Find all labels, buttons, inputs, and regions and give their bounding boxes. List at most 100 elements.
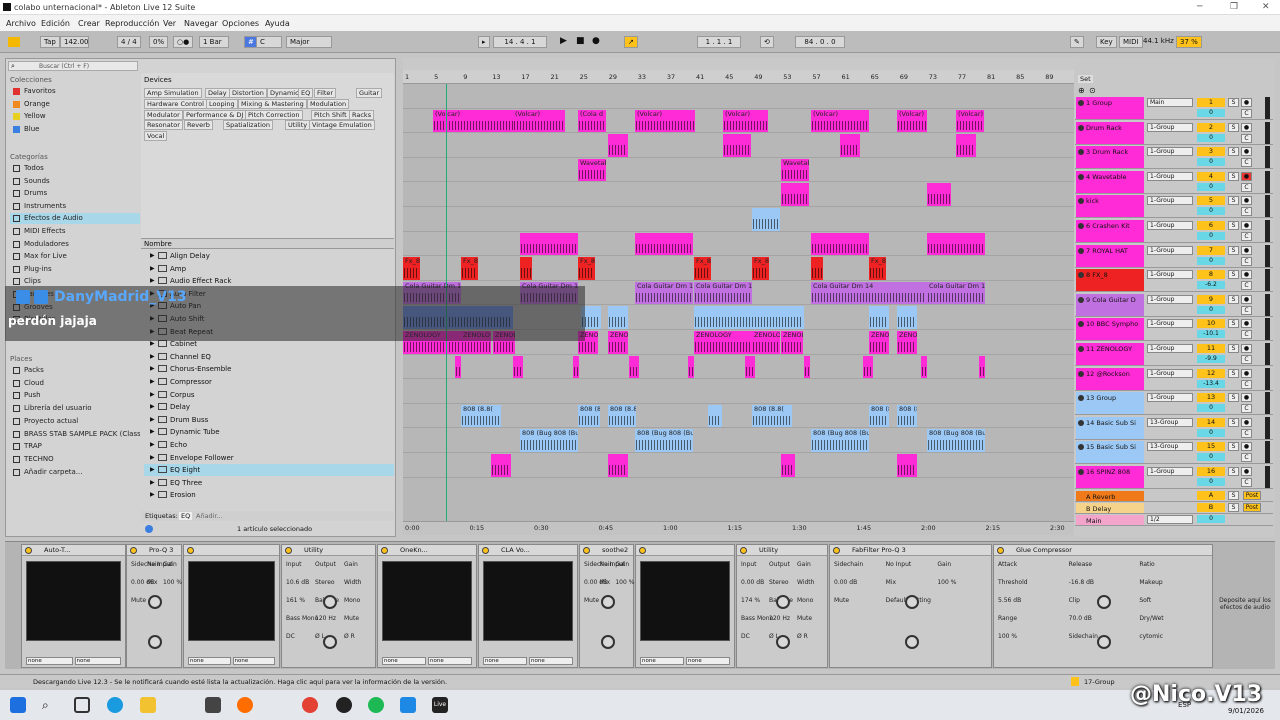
plugin-window[interactable] <box>483 561 573 641</box>
device-cla-vo-[interactable]: CLA Vo... none none <box>478 544 578 668</box>
arrangement-clip[interactable]: Fx_8 <box>403 257 420 280</box>
device-title-bar[interactable]: Glue Compressor <box>994 545 1212 556</box>
collection-item[interactable]: Blue <box>10 124 140 135</box>
solo-button[interactable]: S <box>1228 442 1239 452</box>
monitor-button[interactable]: C <box>1241 330 1252 340</box>
device-power-icon[interactable] <box>583 547 590 554</box>
name-column-header[interactable]: Nombre <box>141 238 394 249</box>
track-header[interactable]: 16 SPINZ 808 1-Group 16 0 S ● C <box>1075 465 1273 489</box>
arrangement-clip[interactable] <box>694 306 804 329</box>
category-item[interactable]: Instruments <box>10 201 140 212</box>
arrangement-clip[interactable]: (Volcar) <box>513 109 565 133</box>
track-header[interactable]: 14 Basic Sub Si 13-Group 14 0 S ● C <box>1075 416 1273 440</box>
arm-button[interactable]: ● <box>1241 245 1252 255</box>
device-tag[interactable]: Vocal <box>144 131 168 142</box>
arrangement-clip[interactable]: Cola Guitar Dm 14 <box>927 281 985 305</box>
solo-button[interactable]: S <box>1228 294 1239 304</box>
track-activator-button[interactable]: 9 <box>1197 294 1225 304</box>
monitor-button[interactable]: C <box>1241 379 1252 389</box>
browser-list-item[interactable]: ▶ Chorus-Ensemble <box>144 363 394 375</box>
track-volume-field[interactable]: 0 <box>1197 256 1225 265</box>
arrangement-clip[interactable] <box>804 355 810 379</box>
loop-length-field[interactable]: 84 . 0 . 0 <box>795 36 845 48</box>
track-header[interactable]: 7 ROYAL HAT 1-Group 7 0 S ● C <box>1075 244 1273 268</box>
track-volume-field[interactable]: 0 <box>1197 453 1225 462</box>
arrangement-clip[interactable]: (Volcar) <box>635 109 695 133</box>
track-output-select[interactable]: 1-Group <box>1147 467 1193 476</box>
device-tag[interactable]: Mixing & Mastering <box>238 98 307 109</box>
track-name-box[interactable]: 12 @Rockson <box>1076 367 1144 390</box>
track-fold-icon[interactable] <box>1078 173 1084 180</box>
plugin-window[interactable] <box>188 561 275 641</box>
track-fold-icon[interactable] <box>1078 100 1084 106</box>
solo-button[interactable]: S <box>1228 196 1239 206</box>
track-name-box[interactable]: 7 ROYAL HAT <box>1076 244 1144 267</box>
plugin-select[interactable]: none <box>428 657 472 665</box>
browser-list-item[interactable]: ▶ EQ Three <box>144 477 394 489</box>
track-fold-icon[interactable] <box>1078 370 1084 377</box>
track-volume-field[interactable]: 0 <box>1197 207 1225 216</box>
monitor-button[interactable]: C <box>1241 207 1252 217</box>
place-item[interactable]: Cloud <box>10 378 140 389</box>
device-tag[interactable]: Guitar <box>356 88 383 98</box>
track-fold-icon[interactable] <box>1078 346 1084 352</box>
track-activator-button[interactable]: 15 <box>1197 442 1225 452</box>
device-tag[interactable]: Filter <box>314 88 337 98</box>
solo-button[interactable]: S <box>1228 368 1239 378</box>
track-header[interactable]: 8 FX_8 1-Group 8 -6.2 S ● C <box>1075 268 1273 293</box>
link-icon[interactable] <box>8 37 20 47</box>
track-output-select[interactable]: 1-Group <box>1147 147 1193 157</box>
solo-button[interactable]: S <box>1228 319 1239 329</box>
track-name-box[interactable]: 1 Group <box>1076 97 1144 119</box>
unfold-arrow-icon[interactable]: ⊙ <box>1089 86 1096 95</box>
arrangement-clip[interactable] <box>723 134 751 157</box>
return-activator-button[interactable]: A <box>1197 490 1225 500</box>
plugin-select[interactable]: none <box>232 657 275 665</box>
device-tag[interactable]: Resonator <box>144 120 183 131</box>
arm-button[interactable]: ● <box>1241 147 1252 157</box>
place-item[interactable]: Añadir carpeta... <box>10 467 140 478</box>
device-tag[interactable]: Delay <box>205 88 230 98</box>
expand-arrow-icon[interactable]: ▶ <box>150 439 155 451</box>
track-name-box[interactable]: 3 Drum Rack <box>1076 146 1144 169</box>
monitor-button[interactable]: C <box>1241 404 1252 414</box>
arrangement-clip[interactable]: 808 (Bug 808 (Bug <box>520 429 578 452</box>
solo-button[interactable]: S <box>1228 502 1239 512</box>
browser-list-item[interactable]: ▶ Envelope Follower <box>144 452 394 464</box>
search-icon[interactable]: ⌕ <box>42 697 58 713</box>
track-output-select[interactable]: 1-Group <box>1147 368 1193 378</box>
arrangement-clip[interactable] <box>811 232 869 256</box>
menu-ver[interactable]: Ver <box>163 19 176 28</box>
monitor-button[interactable]: C <box>1241 453 1252 463</box>
menu-reproduccion[interactable]: Reproducción <box>105 19 159 28</box>
arrangement-clip[interactable] <box>513 355 523 379</box>
expand-arrow-icon[interactable]: ▶ <box>150 376 155 388</box>
device-knob[interactable] <box>600 595 615 609</box>
device-onekn-[interactable]: OneKn... none none <box>377 544 477 668</box>
track-volume-field[interactable]: -9.9 <box>1197 355 1225 363</box>
loop-start-field[interactable]: 1 . 1 . 1 <box>697 36 741 48</box>
monitor-button[interactable]: C <box>1241 305 1252 315</box>
arrangement-clip[interactable] <box>608 454 628 477</box>
device-power-icon[interactable] <box>187 547 194 554</box>
device-power-icon[interactable] <box>740 547 747 554</box>
track-activator-button[interactable]: 8 <box>1197 270 1225 280</box>
plugin-select[interactable]: none <box>382 657 426 665</box>
solo-button[interactable]: S <box>1228 171 1239 181</box>
arm-button[interactable]: ● <box>1241 442 1252 452</box>
expand-arrow-icon[interactable]: ▶ <box>150 263 155 275</box>
expand-arrow-icon[interactable]: ▶ <box>150 452 155 464</box>
device-fabfilter-pro-q-3[interactable]: FabFilter Pro-Q 3 Sidechain No Input Gain 0.… <box>829 544 992 668</box>
track-output-select[interactable]: 13-Group <box>1147 442 1193 452</box>
track-name-box[interactable]: 6 Crashen Kit <box>1076 220 1144 242</box>
arrangement-clip[interactable] <box>629 355 639 379</box>
windows-start-icon[interactable] <box>10 697 26 713</box>
track-output-select[interactable]: 1-Group <box>1147 270 1193 280</box>
device-pro-q-3[interactable]: Pro-Q 3 Sidechain No Input Gain 0.00 dB Mix 10… <box>126 544 182 668</box>
track-activator-button[interactable]: 7 <box>1197 245 1225 255</box>
fold-arrow-icon[interactable]: ⊕ <box>1078 86 1085 95</box>
track-volume-field[interactable]: 0 <box>1197 232 1225 240</box>
track-volume-field[interactable]: 0 <box>1197 158 1225 167</box>
device-title-bar[interactable]: OneKn... <box>378 545 476 556</box>
place-item[interactable]: Packs <box>10 365 140 376</box>
